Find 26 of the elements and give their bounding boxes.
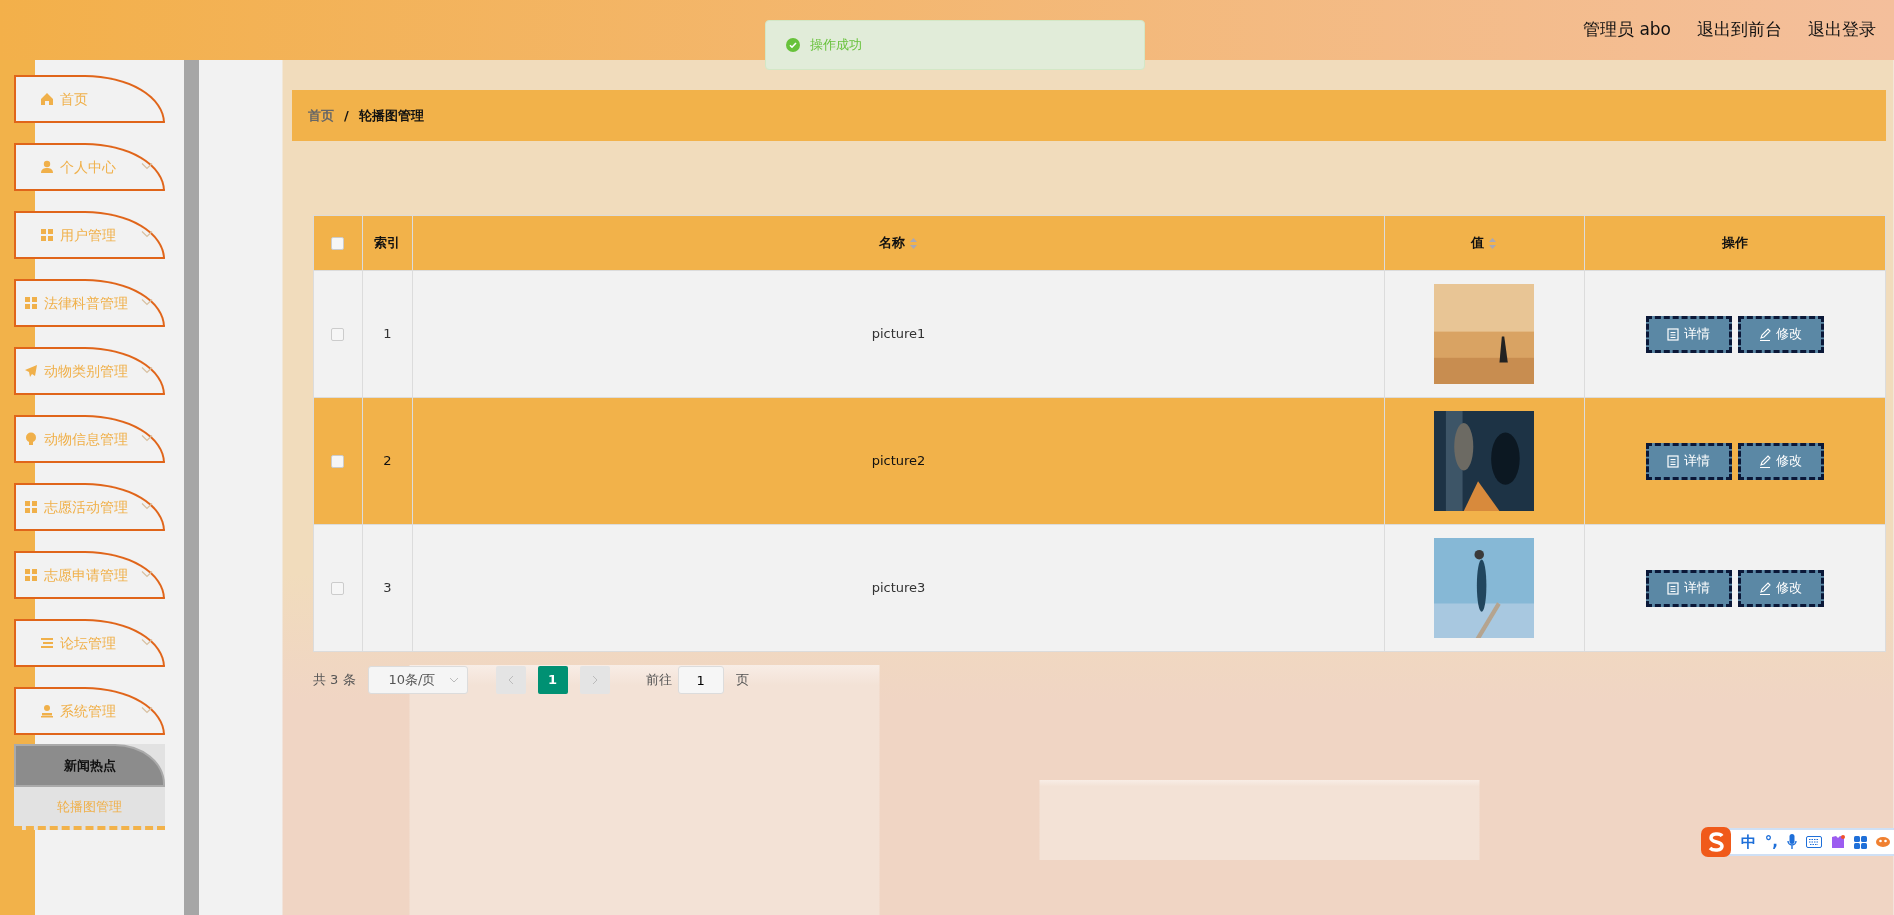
success-icon: [786, 38, 800, 52]
chevron-icon: [141, 162, 153, 170]
header-link[interactable]: 退出到前台: [1697, 17, 1782, 43]
chevron-icon: [141, 434, 153, 442]
paper-plane-icon: [24, 364, 38, 378]
header-link[interactable]: 退出登录: [1808, 17, 1876, 43]
submenu-item[interactable]: 新闻热点: [14, 744, 165, 787]
chevron-icon: [141, 638, 153, 646]
home-icon: [40, 92, 54, 106]
list-icon: [40, 636, 54, 650]
chevron-icon: [141, 706, 153, 714]
user-icon: [40, 704, 54, 718]
grid-icon: [40, 228, 54, 242]
scrollbar[interactable]: [184, 60, 200, 915]
chevron-icon: [141, 366, 153, 374]
toast-text: 操作成功: [810, 36, 862, 55]
user-icon: [40, 160, 54, 174]
user-name: 管理员 abo: [1583, 18, 1671, 42]
grid-icon: [24, 568, 38, 582]
chevron-icon: [141, 570, 153, 578]
chevron-icon: [141, 502, 153, 510]
chevron-icon: [141, 230, 153, 238]
grid-icon: [24, 296, 38, 310]
grid-icon: [24, 500, 38, 514]
chevron-icon: [141, 298, 153, 306]
lightbulb-icon: [24, 432, 38, 446]
